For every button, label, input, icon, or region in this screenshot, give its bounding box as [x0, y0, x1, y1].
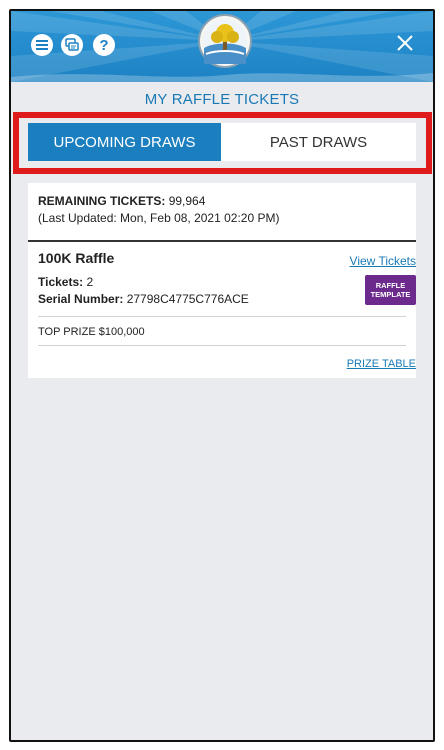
raffle-template-badge: RAFFLE TEMPLATE: [365, 275, 416, 305]
remaining-line: REMAINING TICKETS: 99,964: [38, 193, 406, 210]
serial-value: 27798C4775C776ACE: [126, 292, 249, 306]
raffle-card: REMAINING TICKETS: 99,964 (Last Updated:…: [28, 183, 416, 378]
close-icon[interactable]: [393, 31, 417, 55]
last-updated: (Last Updated: Mon, Feb 08, 2021 02:20 P…: [38, 211, 280, 225]
tickets-count: Tickets: 2: [38, 275, 93, 289]
badge-line-2: TEMPLATE: [370, 290, 411, 299]
prize-table-link[interactable]: PRIZE TABLE: [347, 358, 416, 370]
app-frame: ? MY RAFFLE TICKETS UPCOMING DRAWS PAST …: [9, 9, 435, 742]
menu-icon[interactable]: [31, 34, 53, 56]
tab-past-draws[interactable]: PAST DRAWS: [221, 123, 416, 161]
draws-tabs: UPCOMING DRAWS PAST DRAWS: [28, 123, 416, 161]
divider: [38, 316, 406, 317]
page-title: MY RAFFLE TICKETS: [144, 91, 300, 108]
top-prize: TOP PRIZE $100,000: [38, 326, 145, 338]
remaining-summary: REMAINING TICKETS: 99,964 (Last Updated:…: [28, 183, 416, 227]
tab-upcoming-draws[interactable]: UPCOMING DRAWS: [28, 123, 221, 161]
chat-icon[interactable]: [61, 34, 83, 56]
view-tickets-link[interactable]: View Tickets: [350, 254, 416, 268]
help-icon[interactable]: ?: [93, 34, 115, 56]
remaining-value: 99,964: [168, 194, 206, 208]
help-glyph: ?: [99, 36, 109, 54]
brand-logo: [198, 14, 252, 68]
badge-line-1: RAFFLE: [375, 281, 406, 290]
remaining-label: REMAINING TICKETS:: [38, 194, 166, 208]
tickets-value: 2: [86, 275, 94, 289]
serial-label: Serial Number:: [38, 292, 124, 306]
serial-number: Serial Number: 27798C4775C776ACE: [38, 292, 249, 306]
tree-logo-icon: [203, 19, 247, 64]
tickets-label: Tickets:: [38, 275, 84, 289]
header-bar: ?: [11, 11, 433, 82]
divider: [28, 240, 416, 242]
divider: [38, 345, 406, 346]
raffle-name: 100K Raffle: [38, 250, 115, 266]
